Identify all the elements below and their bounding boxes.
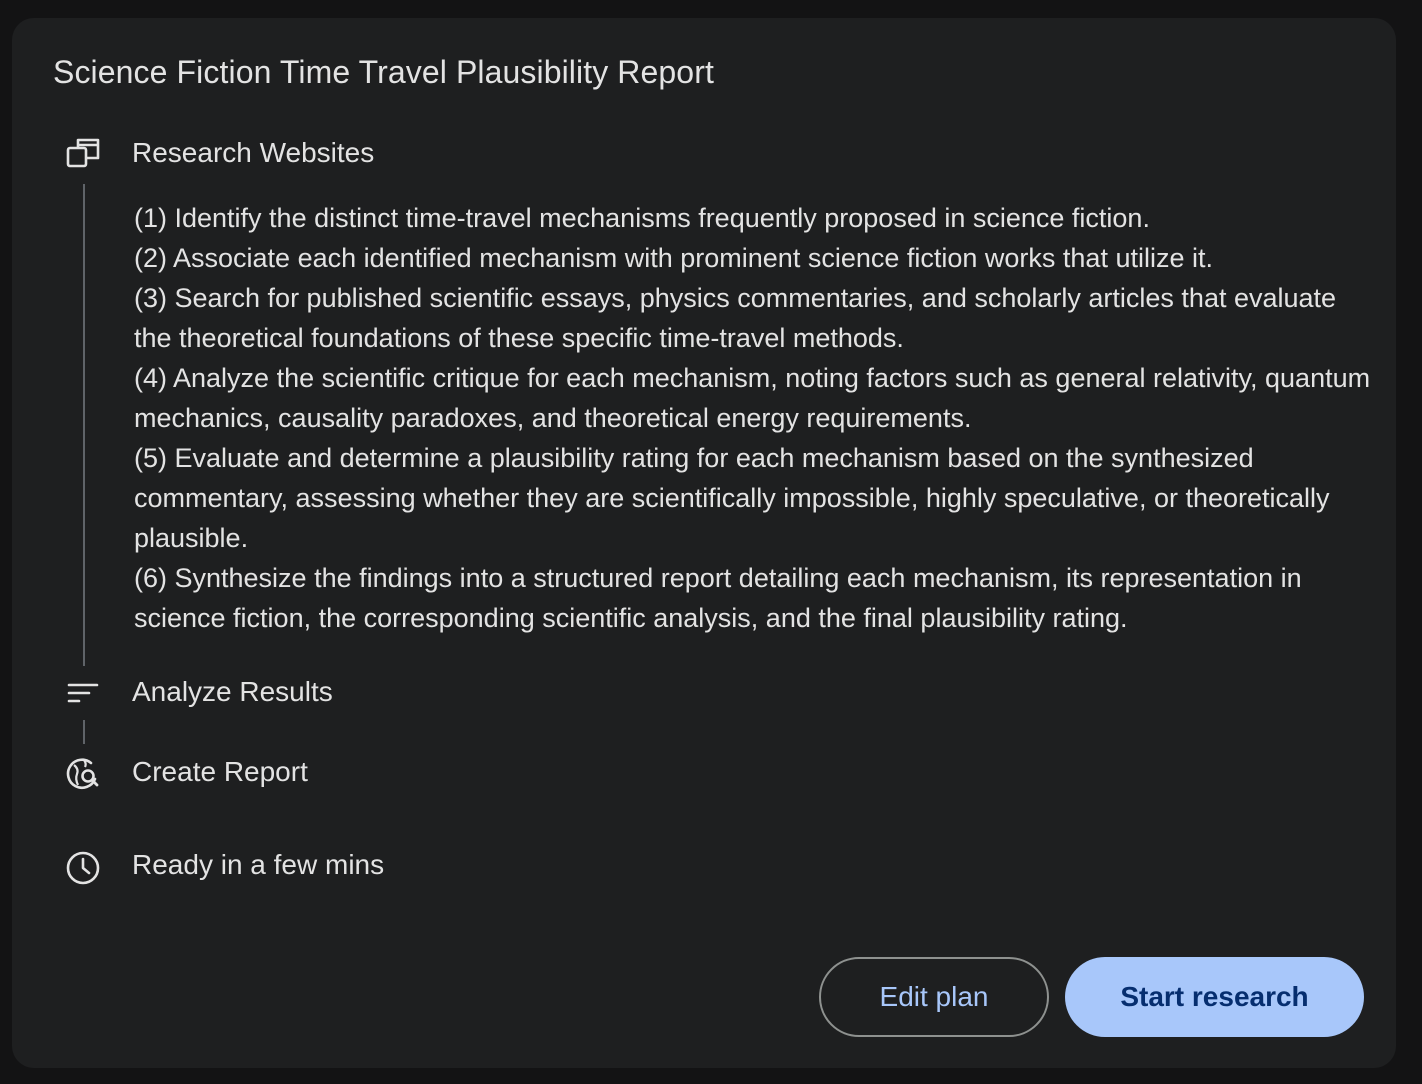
- research-step-item: (1) Identify the distinct time-travel me…: [134, 203, 1150, 233]
- step-analyze-results: Analyze Results: [132, 676, 333, 707]
- step-research-websites: Research Websites: [132, 137, 375, 168]
- plan-title: Science Fiction Time Travel Plausibility…: [53, 54, 714, 90]
- research-step-item: (6) Synthesize the findings into a struc…: [134, 563, 1302, 633]
- ready-time-label: Ready in a few mins: [132, 849, 385, 880]
- research-step-item: (3) Search for published scientific essa…: [134, 283, 1337, 353]
- research-step-item: (2) Associate each identified mechanism …: [134, 243, 1213, 273]
- research-step-item: (4) Analyze the scientific critique for …: [134, 363, 1371, 433]
- browser-windows-icon: [65, 135, 101, 171]
- edit-plan-button[interactable]: Edit plan: [819, 957, 1049, 1037]
- research-steps-list: (1) Identify the distinct time-travel me…: [134, 198, 1374, 638]
- sort-lines-icon: [65, 675, 101, 711]
- clock-icon: [65, 850, 101, 886]
- step-connector-line: [83, 184, 85, 666]
- research-step-item: (5) Evaluate and determine a plausibilit…: [134, 443, 1330, 553]
- start-research-button[interactable]: Start research: [1065, 957, 1364, 1037]
- globe-search-icon: [65, 755, 101, 791]
- step-connector-line: [83, 720, 85, 744]
- step-create-report: Create Report: [132, 756, 308, 787]
- research-plan-card: Science Fiction Time Travel Plausibility…: [12, 18, 1396, 1068]
